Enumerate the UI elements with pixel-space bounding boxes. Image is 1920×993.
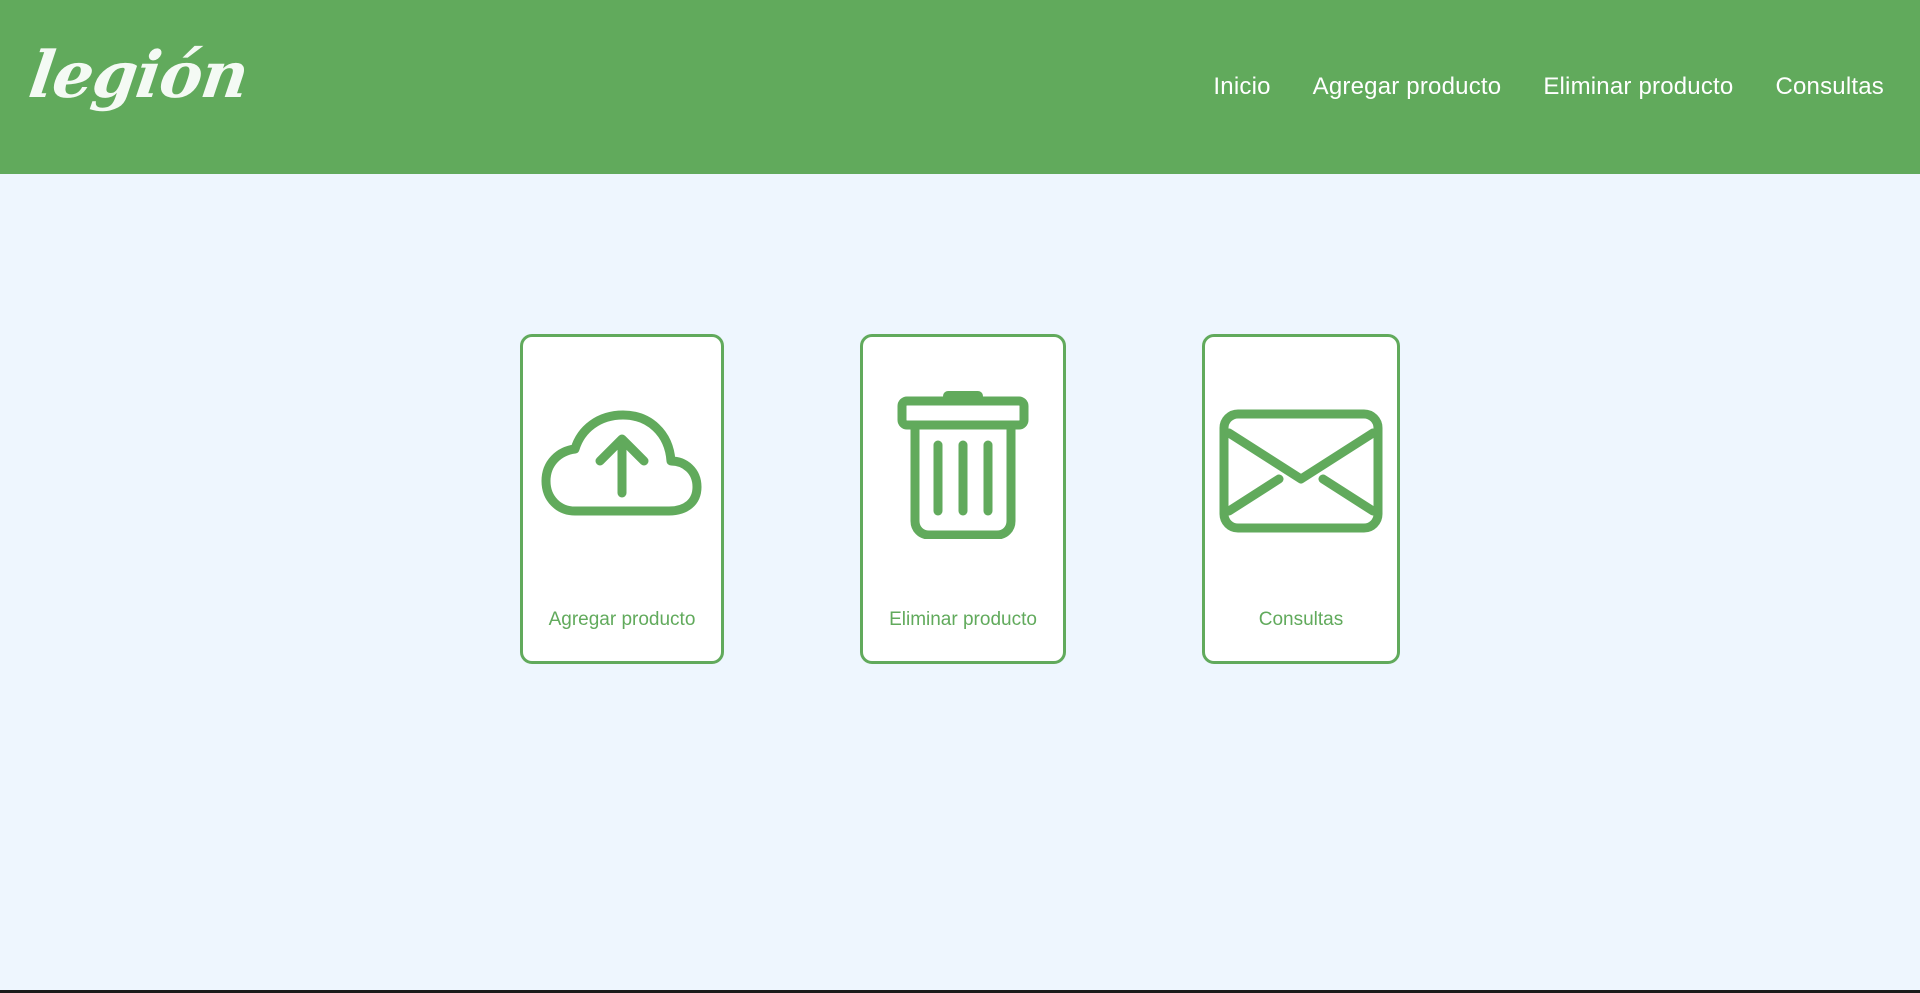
queries-card[interactable]: Consultas (1202, 334, 1400, 664)
nav-link-agregar-producto[interactable]: Agregar producto (1313, 73, 1502, 101)
nav-link-inicio[interactable]: Inicio (1213, 73, 1270, 101)
top-navbar: legión Inicio Agregar producto Eliminar … (0, 0, 1920, 174)
delete-product-card-label: Eliminar producto (889, 609, 1037, 630)
add-product-card-label: Agregar producto (548, 609, 696, 630)
nav-link-consultas[interactable]: Consultas (1775, 73, 1884, 101)
page: legión Inicio Agregar producto Eliminar … (0, 0, 1920, 993)
brand-logo[interactable]: legión (25, 38, 253, 113)
delete-product-card[interactable]: Eliminar producto (860, 334, 1066, 664)
add-product-card[interactable]: Agregar producto (520, 334, 724, 664)
nav-link-eliminar-producto[interactable]: Eliminar producto (1543, 73, 1733, 101)
queries-card-label: Consultas (1258, 609, 1344, 630)
main-nav: Inicio Agregar producto Eliminar product… (1213, 0, 1884, 174)
trash-icon (863, 387, 1063, 539)
cloud-upload-icon (523, 407, 721, 519)
envelope-icon (1205, 409, 1397, 533)
